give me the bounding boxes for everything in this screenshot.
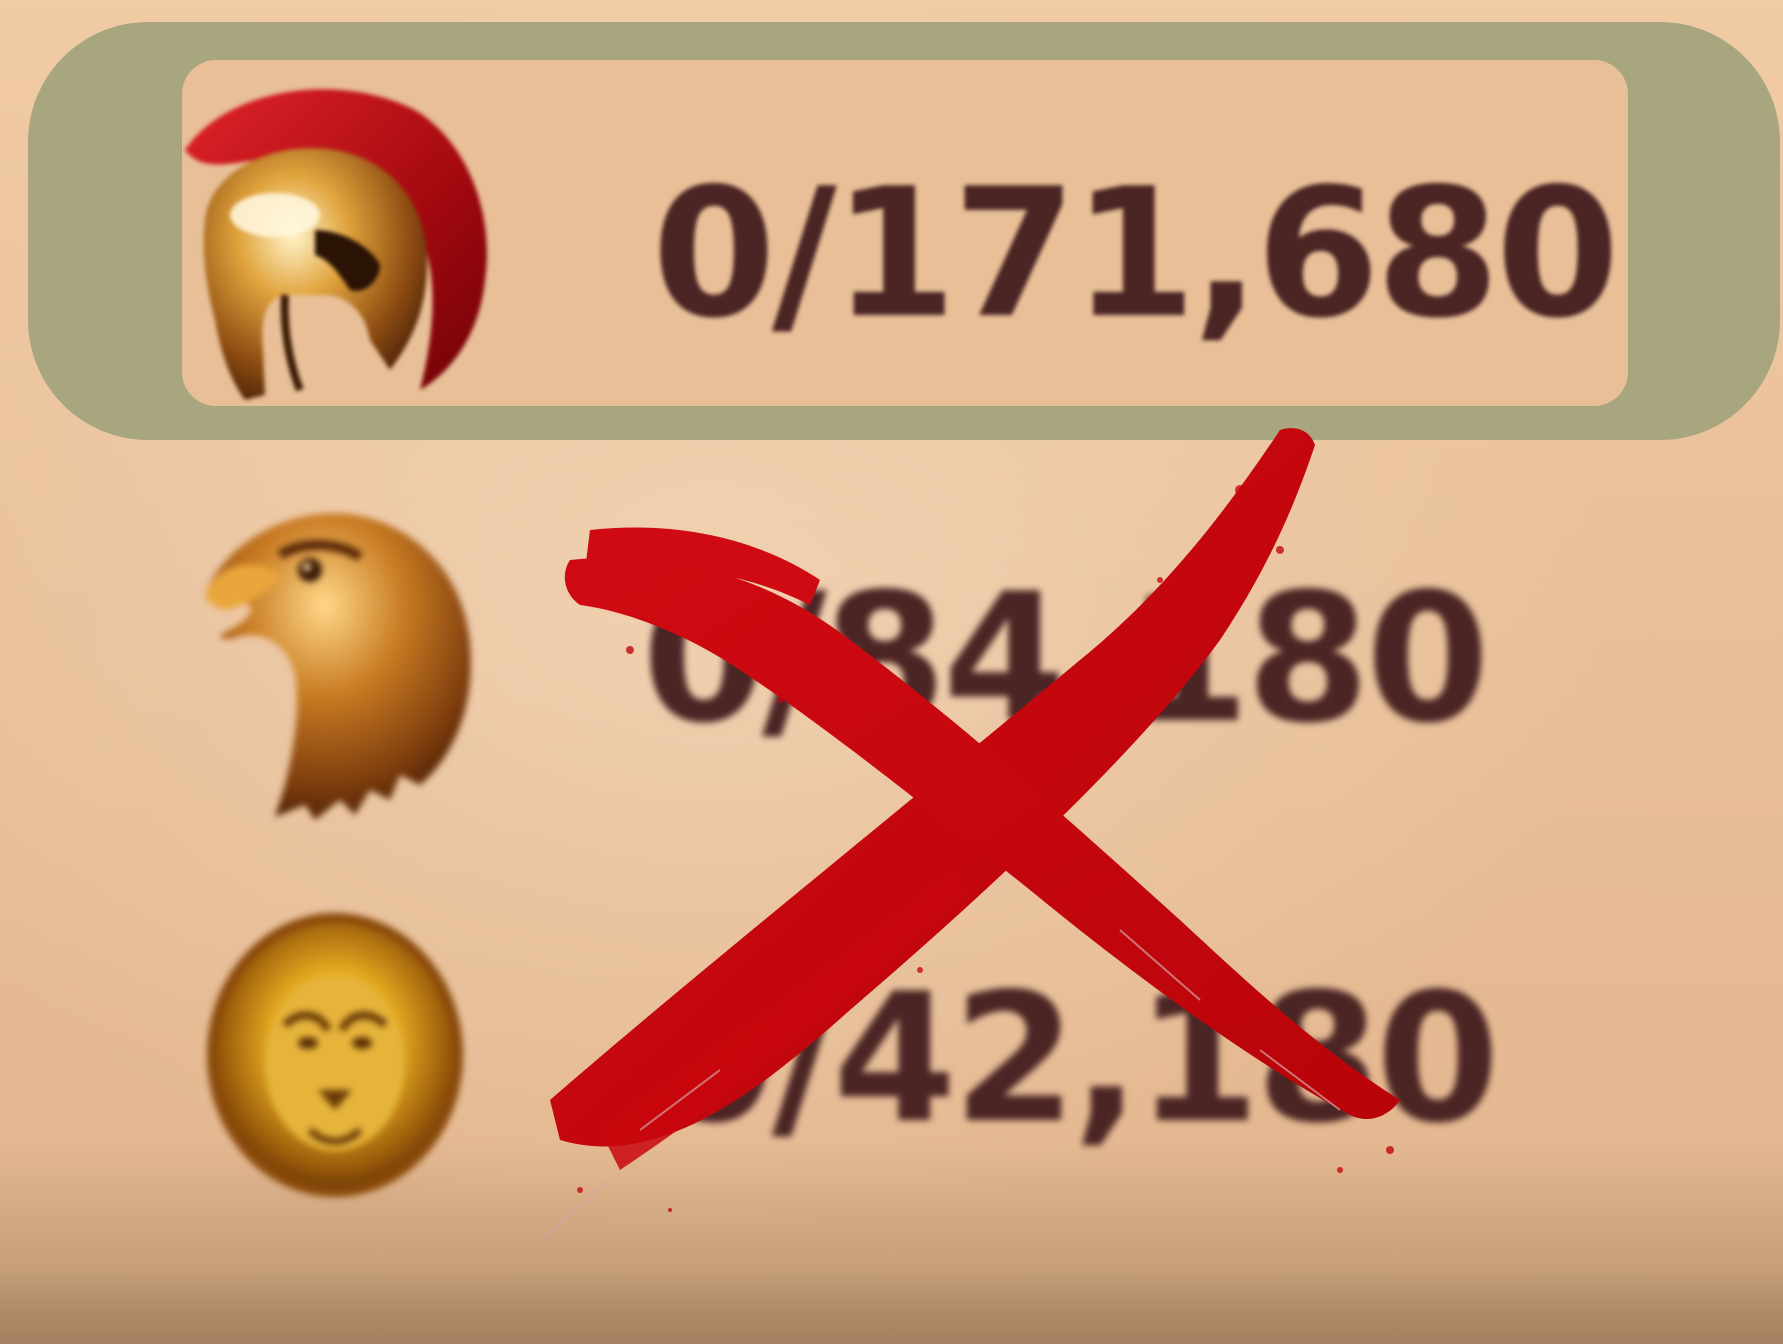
resource-value-helmet: 0/171,680 — [652, 150, 1620, 357]
resource-row-helmet[interactable]: 0/171,680 — [0, 70, 1783, 410]
resource-panel: 0/171,680 0/84,180 0/42,180 — [0, 0, 1783, 1344]
spartan-helmet-icon — [185, 89, 487, 400]
red-x-mark-icon — [539, 428, 1400, 1241]
eagle-head-icon — [205, 513, 471, 820]
lion-head-icon — [207, 913, 463, 1197]
